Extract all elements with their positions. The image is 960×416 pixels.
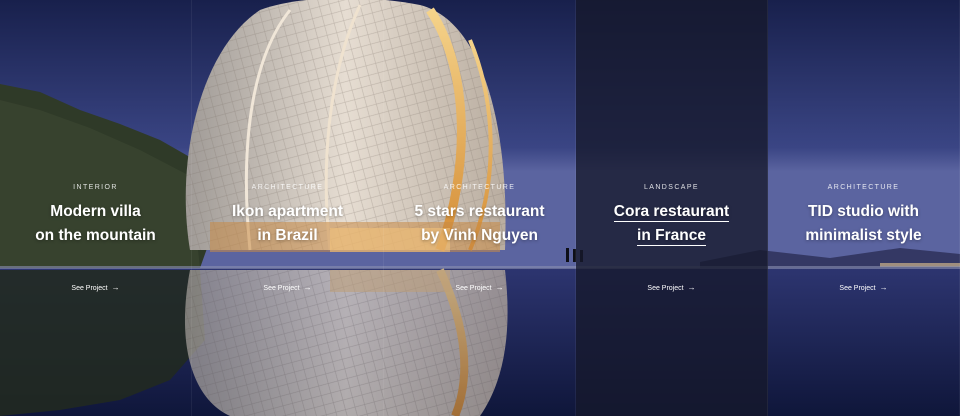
project-title[interactable]: TID studio with minimalist style	[789, 200, 939, 248]
see-project-link[interactable]: See Project →	[384, 283, 575, 292]
project-card[interactable]: Interior Modern villa on the mountain See…	[0, 0, 192, 416]
project-title[interactable]: 5 stars restaurant by Vinh Nguyen	[405, 200, 555, 248]
see-project-link[interactable]: See Project →	[768, 283, 959, 292]
project-category: Architecture	[827, 184, 900, 191]
project-columns: Interior Modern villa on the mountain See…	[0, 0, 960, 416]
project-card[interactable]: Architecture Ikon apartment in Brazil See…	[192, 0, 384, 416]
arrow-right-icon: →	[879, 283, 888, 292]
see-project-link[interactable]: See Project →	[576, 283, 767, 292]
project-card[interactable]: Architecture 5 stars restaurant by Vinh N…	[384, 0, 576, 416]
portfolio-slider: Interior Modern villa on the mountain See…	[0, 0, 960, 416]
see-project-link[interactable]: See Project →	[0, 283, 191, 292]
project-card-active[interactable]: Landscape Cora restaurant in France See P…	[576, 0, 768, 416]
project-category: Architecture	[251, 184, 324, 191]
project-title[interactable]: Cora restaurant in France	[597, 200, 747, 248]
see-project-link[interactable]: See Project →	[192, 283, 383, 292]
arrow-right-icon: →	[303, 283, 312, 292]
project-category: Landscape	[643, 184, 699, 191]
project-category: Interior	[73, 184, 118, 191]
project-card[interactable]: Architecture TID studio with minimalist s…	[768, 0, 960, 416]
arrow-right-icon: →	[111, 283, 120, 292]
arrow-right-icon: →	[687, 283, 696, 292]
arrow-right-icon: →	[495, 283, 504, 292]
project-title[interactable]: Ikon apartment in Brazil	[213, 200, 363, 248]
project-category: Architecture	[443, 184, 516, 191]
project-title[interactable]: Modern villa on the mountain	[21, 200, 171, 248]
